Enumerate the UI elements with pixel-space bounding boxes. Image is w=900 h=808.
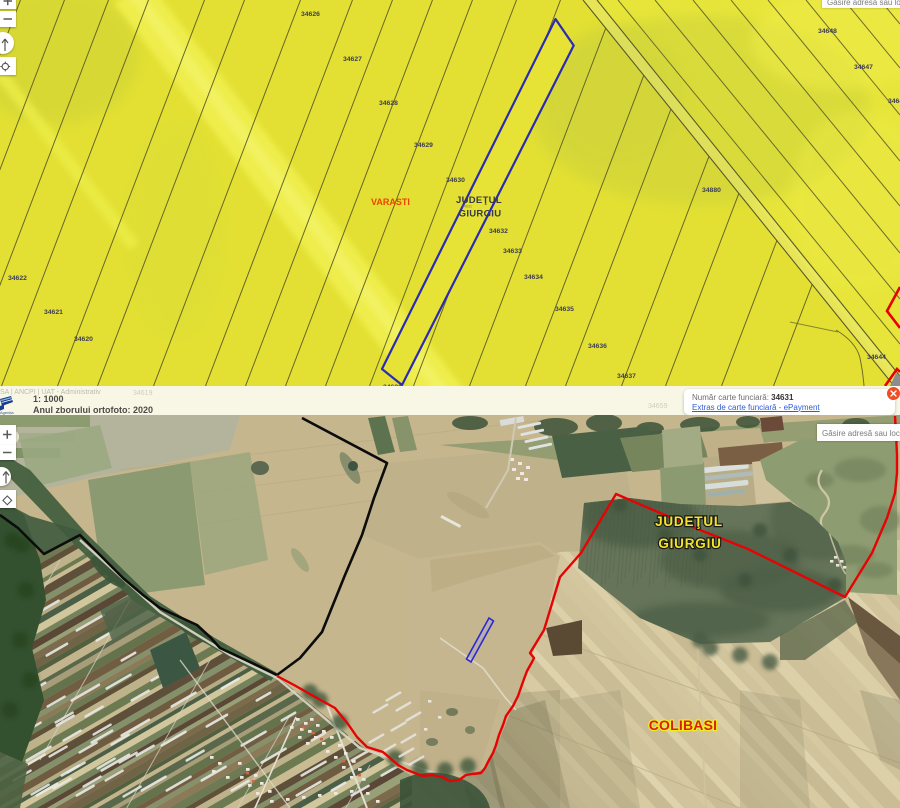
svg-text:34630: 34630	[446, 177, 465, 184]
svg-text:JUDEŢUL: JUDEŢUL	[655, 514, 723, 529]
svg-text:34626: 34626	[301, 11, 320, 18]
svg-text:3464: 3464	[888, 98, 900, 105]
svg-text:34648: 34648	[818, 28, 837, 35]
svg-text:34647: 34647	[854, 64, 873, 71]
svg-text:34633: 34633	[503, 248, 522, 255]
svg-text:34634: 34634	[524, 274, 543, 281]
svg-text:34635: 34635	[555, 306, 574, 313]
svg-text:34637: 34637	[617, 373, 636, 380]
svg-text:COLIBASI: COLIBASI	[649, 717, 718, 733]
svg-text:34636: 34636	[588, 343, 607, 350]
svg-text:34628: 34628	[379, 100, 398, 107]
svg-text:34632: 34632	[489, 228, 508, 235]
svg-text:34621: 34621	[44, 309, 63, 316]
svg-text:34880: 34880	[702, 187, 721, 194]
svg-text:34629: 34629	[414, 142, 433, 149]
svg-text:34620: 34620	[74, 336, 93, 343]
svg-text:34644: 34644	[867, 354, 886, 361]
svg-text:34627: 34627	[343, 56, 362, 63]
svg-text:GIURGIU: GIURGIU	[658, 536, 721, 551]
svg-text:VARASTI: VARASTI	[371, 197, 410, 207]
svg-text:34622: 34622	[8, 275, 27, 282]
svg-text:GIURGIU: GIURGIU	[459, 209, 502, 220]
